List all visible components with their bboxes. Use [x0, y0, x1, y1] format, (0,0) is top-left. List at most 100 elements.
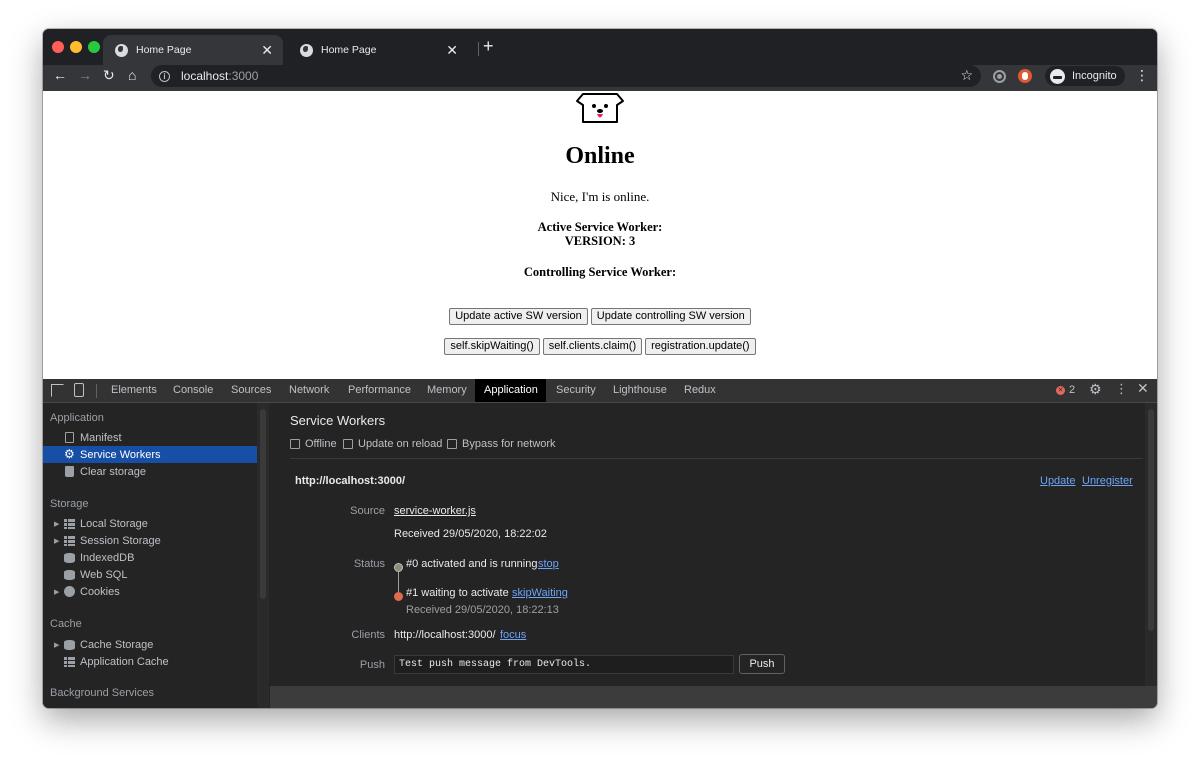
- tab-network[interactable]: Network: [280, 379, 338, 402]
- more-options-icon[interactable]: ⋮: [1115, 382, 1128, 395]
- expand-arrow-icon[interactable]: ▶: [54, 520, 59, 528]
- tab-elements[interactable]: Elements: [102, 379, 166, 402]
- incognito-profile-button[interactable]: Incognito: [1045, 66, 1125, 86]
- sidebar-item-local-storage[interactable]: ▶ Local Storage: [43, 515, 257, 532]
- bypass-for-network-checkbox[interactable]: Bypass for network: [447, 438, 556, 450]
- focus-link[interactable]: focus: [500, 629, 526, 641]
- skip-waiting-link[interactable]: skipWaiting: [512, 587, 568, 599]
- expand-arrow-icon[interactable]: ▶: [54, 537, 59, 545]
- bookmark-star-icon[interactable]: ☆: [960, 67, 973, 84]
- sidebar-scrollbar[interactable]: [257, 403, 269, 708]
- globe-icon: [300, 43, 313, 57]
- sidebar-item-label: Web SQL: [80, 568, 128, 581]
- page-heading: Online: [565, 143, 635, 169]
- registration-update-button[interactable]: registration.update(): [645, 338, 756, 355]
- sidebar-item-manifest[interactable]: Manifest: [43, 429, 257, 446]
- clients-claim-button[interactable]: self.clients.claim(): [542, 338, 643, 355]
- checkbox-box[interactable]: [343, 439, 353, 449]
- sidebar-item-label: Cache Storage: [80, 638, 154, 651]
- tab-lighthouse[interactable]: Lighthouse: [604, 379, 676, 402]
- sidebar-item-application-cache[interactable]: Application Cache: [43, 653, 257, 670]
- button-row-1: Update active SW version Update controll…: [43, 308, 1157, 325]
- offline-checkbox[interactable]: Offline: [290, 438, 337, 450]
- browser-tab-2[interactable]: Home Page ✕: [288, 35, 468, 65]
- document-icon: [65, 432, 74, 443]
- database-icon: [64, 569, 75, 580]
- grid-icon: [64, 518, 75, 529]
- scrollbar-thumb[interactable]: [1148, 409, 1154, 631]
- new-tab-button[interactable]: +: [483, 37, 494, 55]
- sidebar-item-cache-storage[interactable]: ▶ Cache Storage: [43, 636, 257, 653]
- home-icon[interactable]: ⌂: [128, 68, 136, 82]
- push-message-input[interactable]: Test push message from DevTools.: [394, 655, 734, 674]
- tab-performance[interactable]: Performance: [339, 379, 420, 402]
- web-page: Online Nice, I'm is online. Active Servi…: [43, 91, 1157, 379]
- settings-gear-icon[interactable]: ⚙: [1089, 382, 1102, 396]
- application-sidebar: Application Manifest ⚙ Service Workers C…: [43, 403, 269, 708]
- close-tab-icon[interactable]: ✕: [446, 43, 458, 57]
- dog-logo-icon: [576, 93, 624, 123]
- push-label: Push: [359, 659, 385, 671]
- status-connector-line: [398, 572, 399, 592]
- push-button[interactable]: Push: [739, 654, 785, 674]
- tab-application[interactable]: Application: [475, 379, 546, 402]
- tab-memory[interactable]: Memory: [418, 379, 476, 402]
- source-file-link[interactable]: service-worker.js: [394, 505, 476, 517]
- grid-icon: [64, 535, 75, 546]
- checkbox-label: Bypass for network: [462, 438, 556, 450]
- sidebar-item-clear-storage[interactable]: Clear storage: [43, 463, 257, 480]
- sidebar-item-service-workers[interactable]: ⚙ Service Workers: [43, 446, 257, 463]
- skip-waiting-button[interactable]: self.skipWaiting(): [444, 338, 540, 355]
- pane-scrollbar[interactable]: [1145, 403, 1157, 686]
- tab-console[interactable]: Console: [164, 379, 222, 402]
- waiting-received: Received 29/05/2020, 18:22:13: [406, 604, 559, 616]
- sidebar-item-cookies[interactable]: ▶ Cookies: [43, 583, 257, 600]
- expand-arrow-icon[interactable]: ▶: [54, 641, 59, 649]
- close-tab-icon[interactable]: ✕: [261, 43, 273, 57]
- status-label: Status: [353, 558, 385, 570]
- cookie-icon: [64, 586, 75, 597]
- sidebar-item-session-storage[interactable]: ▶ Session Storage: [43, 532, 257, 549]
- tab-redux[interactable]: Redux: [675, 379, 725, 402]
- browser-menu-icon[interactable]: ⋮: [1135, 68, 1149, 82]
- minimize-window-button[interactable]: [70, 41, 82, 53]
- extension-target-icon[interactable]: [993, 70, 1006, 83]
- address-bar[interactable]: i localhost:3000 ☆: [151, 65, 981, 87]
- pane-title: Service Workers: [290, 413, 386, 428]
- tab-sources[interactable]: Sources: [222, 379, 280, 402]
- device-toolbar-icon[interactable]: [74, 383, 84, 397]
- tab-security[interactable]: Security: [547, 379, 605, 402]
- update-controlling-sw-button[interactable]: Update controlling SW version: [590, 308, 751, 325]
- expand-arrow-icon[interactable]: ▶: [54, 588, 59, 596]
- inspect-element-icon[interactable]: [51, 384, 64, 397]
- close-window-button[interactable]: [52, 41, 64, 53]
- update-on-reload-checkbox[interactable]: Update on reload: [343, 438, 442, 450]
- update-link[interactable]: Update: [1040, 475, 1075, 487]
- reload-icon[interactable]: ↻: [103, 68, 115, 82]
- tab-title: Home Page: [321, 44, 377, 56]
- back-arrow-icon[interactable]: ←: [53, 68, 67, 82]
- checkbox-box[interactable]: [290, 439, 300, 449]
- maximize-window-button[interactable]: [88, 41, 100, 53]
- incognito-icon: [1050, 68, 1065, 84]
- checkbox-label: Update on reload: [358, 438, 443, 450]
- forward-arrow-icon[interactable]: →: [78, 68, 92, 82]
- sidebar-item-indexeddb[interactable]: IndexedDB: [43, 549, 257, 566]
- status-active: #0 activated and is running: [406, 558, 538, 570]
- stop-link[interactable]: stop: [538, 558, 559, 570]
- checkbox-box[interactable]: [447, 439, 457, 449]
- update-active-sw-button[interactable]: Update active SW version: [449, 308, 588, 325]
- close-devtools-icon[interactable]: ✕: [1137, 381, 1149, 395]
- scrollbar-thumb[interactable]: [260, 409, 266, 599]
- browser-tab-1[interactable]: Home Page ✕: [103, 35, 283, 65]
- error-counter[interactable]: ✕ 2: [1056, 384, 1075, 396]
- source-label: Source: [350, 505, 385, 517]
- sidebar-item-label: Service Workers: [80, 448, 161, 461]
- info-icon[interactable]: i: [159, 70, 170, 82]
- service-workers-pane: Service Workers Offline Update on reload…: [270, 403, 1157, 708]
- unregister-link[interactable]: Unregister: [1082, 475, 1133, 487]
- sidebar-item-web-sql[interactable]: Web SQL: [43, 566, 257, 583]
- duckduckgo-extension-icon[interactable]: [1018, 69, 1032, 83]
- sidebar-section-cache: Cache: [50, 618, 82, 630]
- sidebar-item-label: Application Cache: [80, 655, 169, 668]
